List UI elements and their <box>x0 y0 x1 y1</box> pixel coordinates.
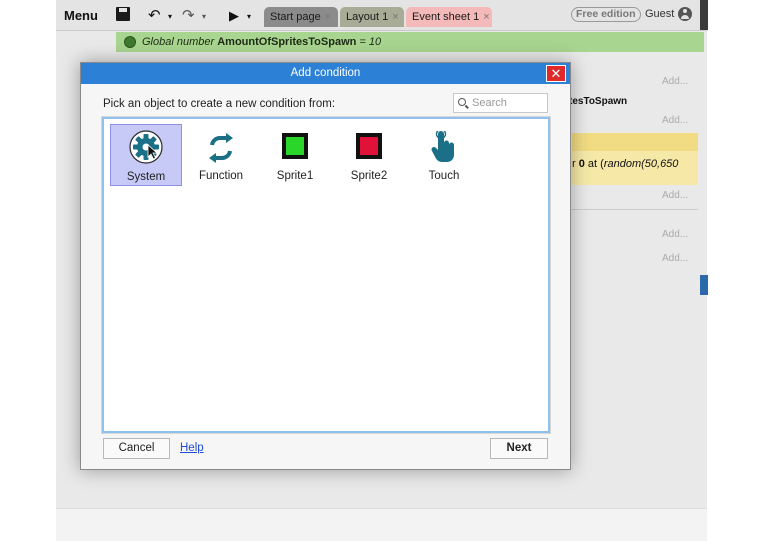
window-edge <box>700 0 708 30</box>
action-block-header <box>572 133 698 151</box>
gear-icon <box>129 130 163 167</box>
edition-badge[interactable]: Free edition <box>571 7 641 22</box>
add-link[interactable]: Add... <box>662 115 688 126</box>
prompt-label: Pick an object to create a new condition… <box>103 98 336 110</box>
add-condition-dialog: Add condition ✕ Pick an object to create… <box>80 62 571 470</box>
close-button[interactable]: ✕ <box>546 65 566 82</box>
add-link[interactable]: Add... <box>662 229 688 240</box>
tab-label: Layout 1 <box>346 11 389 23</box>
close-tab-icon[interactable]: × <box>325 11 331 23</box>
global-var-name: AmountOfSpritesToSpawn <box>217 36 357 48</box>
global-var-value: = 10 <box>356 36 382 48</box>
object-label: Sprite2 <box>350 170 388 182</box>
undo-dropdown-icon[interactable]: ▾ <box>168 6 172 27</box>
divider <box>572 209 698 210</box>
object-sprite1[interactable]: Sprite1 <box>259 124 331 186</box>
dialog-title: Add condition <box>290 67 361 79</box>
account-icon[interactable] <box>678 7 692 21</box>
status-bar <box>56 508 707 541</box>
dialog-titlebar: Add condition ✕ <box>81 63 570 84</box>
global-var-prefix: Global number <box>142 36 218 48</box>
partial-action-text: r 0 at (random(50,650 <box>572 158 678 170</box>
partial-action-expression: random(50,650 <box>603 158 679 170</box>
partial-variable-text: tesToSpawn <box>569 96 628 107</box>
play-icon[interactable]: ▶ <box>229 5 239 26</box>
object-list: System Function Sprite1 Sprite2 Touch <box>101 116 551 434</box>
undo-icon[interactable]: ↶ <box>148 5 161 26</box>
sprite2-icon <box>356 133 382 159</box>
object-touch[interactable]: Touch <box>408 124 480 186</box>
redo-icon[interactable]: ↷ <box>182 5 195 26</box>
next-button[interactable]: Next <box>490 438 548 459</box>
search-input[interactable]: Search <box>453 93 548 113</box>
sprite1-icon <box>282 133 308 159</box>
object-function[interactable]: Function <box>185 124 257 186</box>
tab-start-page[interactable]: Start page × <box>264 7 338 27</box>
tab-layout-1[interactable]: Layout 1 × <box>340 7 404 27</box>
close-tab-icon[interactable]: × <box>483 11 489 23</box>
tab-label: Event sheet 1 <box>412 11 480 23</box>
tab-label: Start page <box>270 11 321 23</box>
object-label: Function <box>198 170 244 182</box>
touch-icon <box>431 128 457 166</box>
play-dropdown-icon[interactable]: ▾ <box>247 6 251 27</box>
save-icon[interactable] <box>116 7 130 21</box>
tab-event-sheet-1[interactable]: Event sheet 1 × <box>406 7 492 27</box>
toolbar: Menu ↶ ▾ ↷ ▾ ▶ ▾ Start page × Layout 1 × E… <box>56 0 707 31</box>
add-link[interactable]: Add... <box>662 253 688 264</box>
object-label: System <box>126 171 166 183</box>
partial-action-prefix: r <box>572 158 579 170</box>
help-link[interactable]: Help <box>180 442 204 454</box>
partial-action-at: at ( <box>584 158 604 170</box>
cancel-button[interactable]: Cancel <box>103 438 170 459</box>
search-placeholder: Search <box>472 97 507 109</box>
globe-icon <box>124 36 136 48</box>
user-label[interactable]: Guest <box>645 8 674 20</box>
window-edge-accent <box>700 275 708 295</box>
global-variable-row[interactable]: Global number AmountOfSpritesToSpawn = 1… <box>116 32 704 52</box>
menu-button[interactable]: Menu <box>64 5 98 26</box>
object-label: Touch <box>428 170 460 182</box>
redo-dropdown-icon[interactable]: ▾ <box>202 6 206 27</box>
object-system[interactable]: System <box>110 124 182 186</box>
add-link[interactable]: Add... <box>662 76 688 87</box>
object-label: Sprite1 <box>276 170 314 182</box>
close-tab-icon[interactable]: × <box>392 11 398 23</box>
function-icon <box>206 133 236 166</box>
object-sprite2[interactable]: Sprite2 <box>333 124 405 186</box>
search-icon <box>458 98 466 106</box>
add-link[interactable]: Add... <box>662 190 688 201</box>
